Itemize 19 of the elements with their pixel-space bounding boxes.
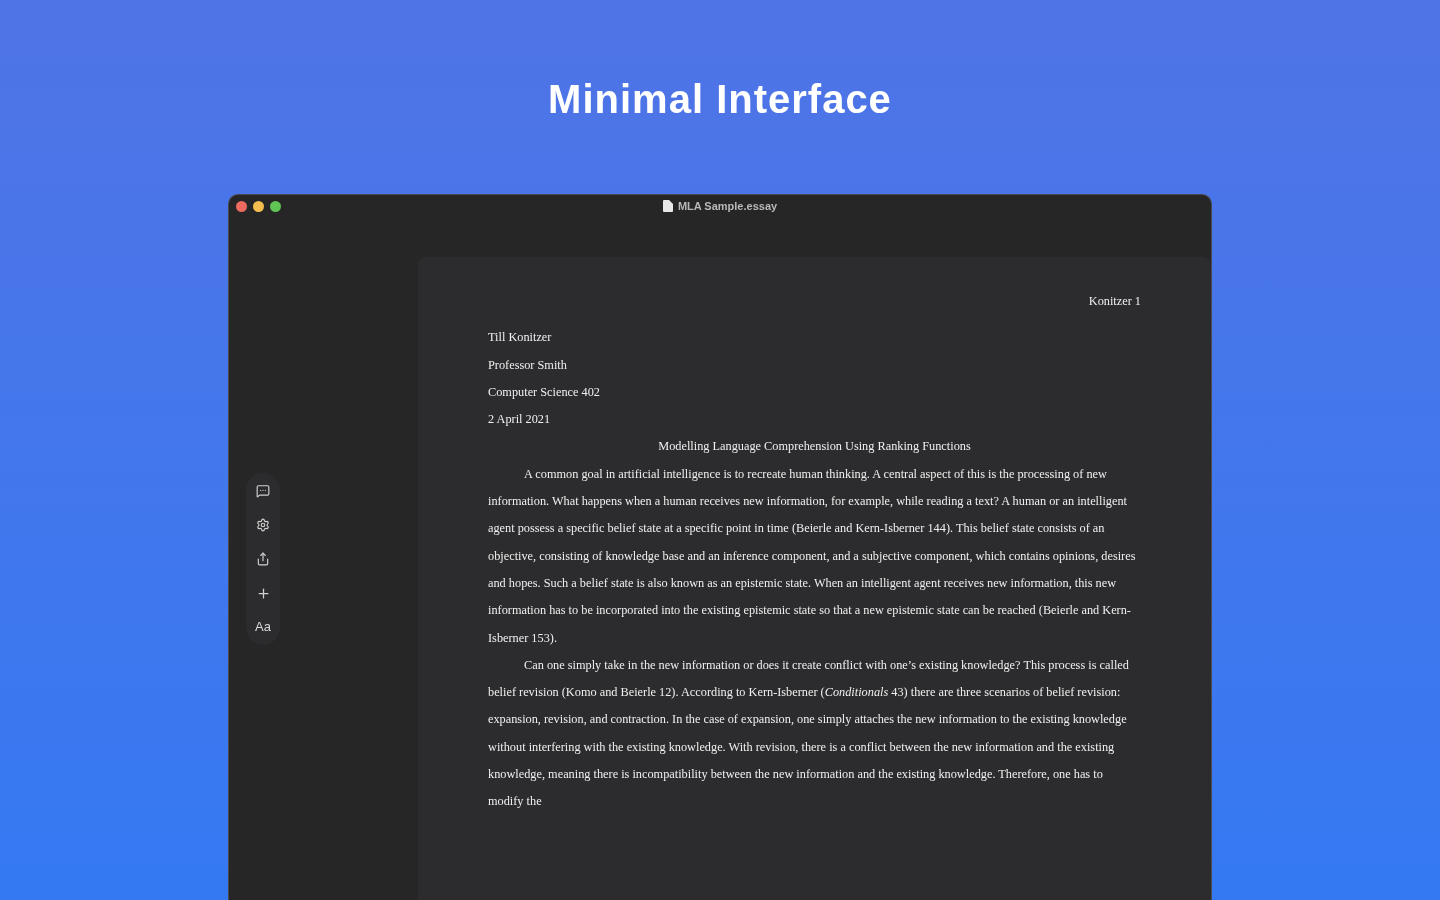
paragraph: A common goal in artificial intelligence is to recreate human thinking. A central aspect of this is the processing of new information. What happens when a human receives new information, for example, while reading a text? A human or an intelligent agent possess a specific belief state at a specific point in time (Beierle and Kern-Isberner 144). This belief state consists of an objective, consisting of knowledge base and an inference component, and a subjective component, which contains opinions, desires and hopes. Such a belief state is also known as an epistemic state. When an intelligent agent receives new information, this new information has to be incorporated into the existing epistemic state so that a new epistemic state can be reached (Beierle and Kern-Isberner 153).: [488, 465, 1137, 647]
share-icon: [256, 552, 270, 566]
headline: Minimal Interface: [548, 76, 892, 123]
speech-bubble-icon: [256, 484, 270, 498]
document-icon: [662, 200, 673, 212]
zoom-button[interactable]: [270, 200, 281, 212]
window-title: MLA Sample.essay: [677, 198, 778, 214]
plus-icon: [255, 585, 271, 601]
heading-line: Professor Smith: [488, 356, 568, 374]
heading-line: 2 April 2021: [488, 411, 552, 429]
heading-line: Computer Science 402: [488, 383, 601, 401]
page-header: Konitzer 1: [1087, 293, 1141, 310]
close-button[interactable]: [236, 200, 247, 212]
minimize-button[interactable]: [253, 200, 264, 212]
font-button[interactable]: Aa: [251, 615, 275, 639]
settings-icon: [256, 518, 270, 532]
paragraph: Can one simply take in the new information or does it create conflict with one’s existing knowledge? This process is called belief revision (Komo and Beierle 12). According to Kern-Isberner (Conditionals 43) there are three scenarios of belief revision: expansion, revision, and contraction. In the case of expansion, one simply attaches the new information to the existing knowledge without interfering with the existing knowledge. With revision, there is a conflict between the new information and the existing knowledge, meaning there is incompatibility between the new information and the existing knowledge. Therefore, one has to modify the: [488, 656, 1130, 811]
essay-title: Modelling Language Comprehension Using Ranking Functions: [657, 438, 972, 456]
heading-line: Till Konitzer: [488, 329, 553, 347]
